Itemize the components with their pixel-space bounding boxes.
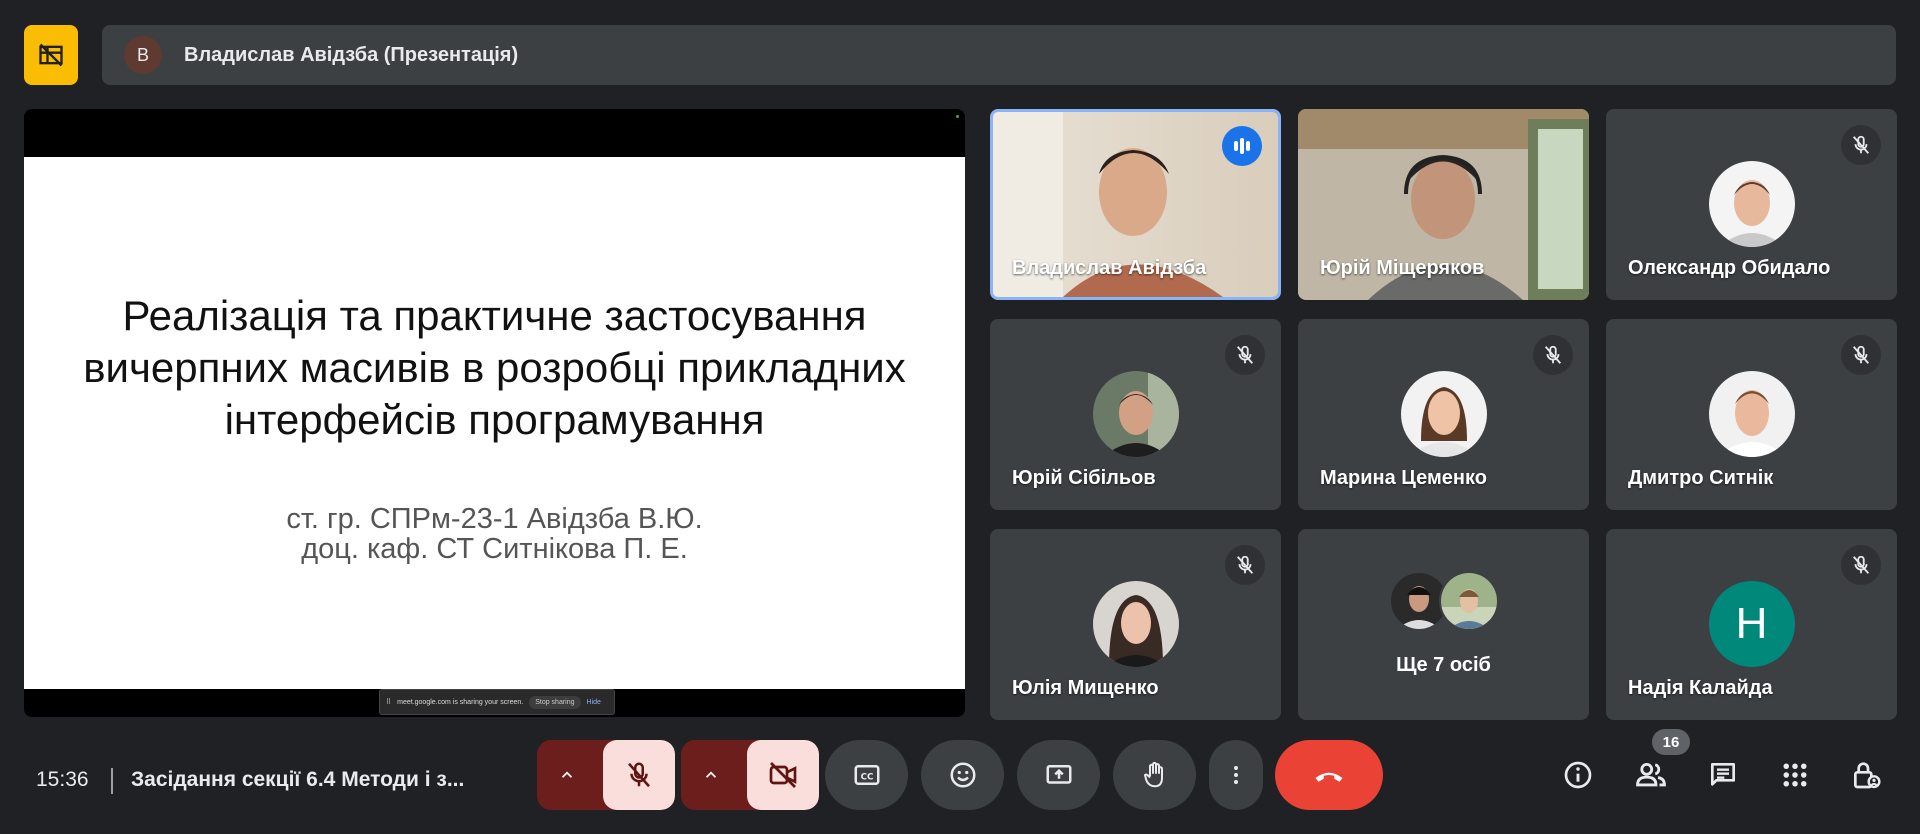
mic-off-icon: [1852, 345, 1870, 364]
apps-icon: [1783, 763, 1807, 787]
divider: [111, 768, 113, 794]
slide-title-line: вичерпних масивів в розробці прикладних: [83, 344, 906, 391]
grid-off-icon: [39, 43, 63, 67]
present-screen-icon: [1046, 765, 1071, 784]
participant-avatar: [1400, 371, 1487, 457]
audio-level-icon: [1234, 138, 1250, 154]
mic-off-icon: [1852, 555, 1870, 574]
mic-muted-badge: [1841, 335, 1881, 375]
present-now-button[interactable]: [1017, 740, 1100, 810]
more-vert-icon: [1234, 766, 1238, 784]
slide-subtitle: ст. гр. СПРм-23-1 Авідзба В.Ю. доц. каф.…: [24, 504, 965, 564]
participant-tile[interactable]: Н Надія Калайда: [1606, 529, 1897, 720]
slide-subtitle-line: доц. каф. СТ Ситнікова П. Е.: [301, 533, 688, 565]
participant-avatar: [1092, 581, 1179, 667]
participant-name: Марина Цеменко: [1320, 467, 1487, 489]
participant-name: Владислав Авідзба: [1012, 257, 1207, 279]
mic-muted-badge: [1841, 125, 1881, 165]
participant-avatar: [1708, 371, 1795, 457]
video-settings-button[interactable]: [681, 740, 741, 810]
mic-off-icon: [1236, 555, 1254, 574]
emoji-icon: [950, 762, 975, 788]
slide-subtitle-line: ст. гр. СПРм-23-1 Авідзба В.Ю.: [286, 503, 703, 535]
presenter-pill[interactable]: В Владислав Авідзба (Презентація): [102, 25, 1896, 85]
status-dot: [956, 115, 959, 118]
mic-muted-badge: [1225, 335, 1265, 375]
current-time: 15:36: [36, 768, 89, 791]
mic-off-icon: [628, 762, 650, 788]
chat-icon: [1711, 763, 1735, 786]
participant-name: Дмитро Ситнік: [1628, 467, 1774, 489]
participant-tile[interactable]: Олександр Обидало: [1606, 109, 1897, 300]
participant-tile[interactable]: Дмитро Ситнік: [1606, 319, 1897, 510]
participant-avatar: [1438, 571, 1499, 631]
presentation-stage[interactable]: Реалізація та практичне застосування вич…: [24, 109, 965, 717]
more-participants-tile[interactable]: Ще 7 осіб: [1298, 529, 1589, 720]
svg-text:CC: CC: [860, 772, 873, 782]
meeting-details-button[interactable]: [1550, 740, 1606, 810]
participant-avatar: [1092, 371, 1179, 457]
participant-name: Юрій Міщеряков: [1320, 257, 1485, 279]
slide-title: Реалізація та практичне застосування вич…: [24, 290, 965, 446]
slide-title-line: Реалізація та практичне застосування: [122, 292, 867, 339]
participant-name: Олександр Обидало: [1628, 257, 1831, 279]
screen-share-notice: ⠿ meet.google.com is sharing your screen…: [379, 689, 615, 715]
more-options-button[interactable]: [1209, 740, 1263, 810]
call-end-icon: [1315, 772, 1343, 782]
captions-button[interactable]: CC: [825, 740, 908, 810]
drag-handle-icon[interactable]: ⠿: [386, 698, 391, 706]
info-icon: [1564, 761, 1592, 789]
videocam-off-icon: [769, 762, 797, 788]
mic-toggle-button[interactable]: [603, 740, 675, 810]
participant-initial-avatar: Н: [1708, 581, 1795, 667]
mic-muted-badge: [1841, 545, 1881, 585]
host-controls-button[interactable]: [1838, 740, 1894, 810]
audio-settings-button[interactable]: [537, 740, 597, 810]
slide-title-line: інтерфейсів програмування: [224, 396, 765, 443]
chat-button[interactable]: [1695, 740, 1751, 810]
people-button[interactable]: [1623, 740, 1679, 810]
layout-toggle-button[interactable]: [24, 25, 78, 85]
participant-tile[interactable]: Юрій Сібільов: [990, 319, 1281, 510]
mic-muted-badge: [1225, 545, 1265, 585]
participant-name: Юлія Мищенко: [1012, 677, 1159, 699]
mic-off-icon: [1544, 345, 1562, 364]
chevron-up-icon: [705, 771, 717, 778]
mic-off-icon: [1852, 135, 1870, 154]
slide: Реалізація та практичне застосування вич…: [24, 157, 965, 689]
more-participants-avatars: [1388, 571, 1499, 631]
raise-hand-button[interactable]: [1113, 740, 1196, 810]
participant-tile[interactable]: Юрій Міщеряков: [1298, 109, 1589, 300]
camera-toggle-button[interactable]: [747, 740, 819, 810]
host-controls-icon: [1854, 762, 1881, 789]
participant-avatar: [1708, 161, 1795, 247]
hide-notice-link[interactable]: Hide: [587, 699, 601, 706]
mic-off-icon: [1236, 345, 1254, 364]
emoji-reactions-button[interactable]: [921, 740, 1004, 810]
bottom-control-bar: 15:36 Засідання секції 6.4 Методи і з...: [0, 729, 1920, 820]
leave-call-button[interactable]: [1275, 740, 1383, 810]
participant-tile[interactable]: Владислав Авідзба: [990, 109, 1281, 300]
mic-muted-badge: [1533, 335, 1573, 375]
presenter-name: Владислав Авідзба (Презентація): [184, 43, 519, 66]
closed-caption-icon: CC: [854, 765, 879, 785]
more-participants-label: Ще 7 осіб: [1396, 654, 1491, 676]
presenter-avatar: В: [124, 36, 162, 74]
participant-name: Надія Калайда: [1628, 677, 1773, 699]
participant-tile[interactable]: Юлія Мищенко: [990, 529, 1281, 720]
raise-hand-icon: [1143, 761, 1163, 788]
people-icon: [1636, 762, 1666, 787]
chevron-up-icon: [561, 771, 573, 778]
meeting-title[interactable]: Засідання секції 6.4 Методи і з...: [131, 768, 464, 792]
stop-sharing-button[interactable]: Stop sharing: [529, 695, 581, 709]
mic-control-group: [537, 740, 675, 810]
participant-name: Юрій Сібільов: [1012, 467, 1156, 489]
activities-button[interactable]: [1767, 740, 1823, 810]
participant-tile[interactable]: Марина Цеменко: [1298, 319, 1589, 510]
speaking-indicator: [1222, 126, 1262, 166]
camera-control-group: [681, 740, 819, 810]
share-notice-text: meet.google.com is sharing your screen.: [397, 698, 524, 706]
top-bar: В Владислав Авідзба (Презентація): [24, 25, 1896, 85]
